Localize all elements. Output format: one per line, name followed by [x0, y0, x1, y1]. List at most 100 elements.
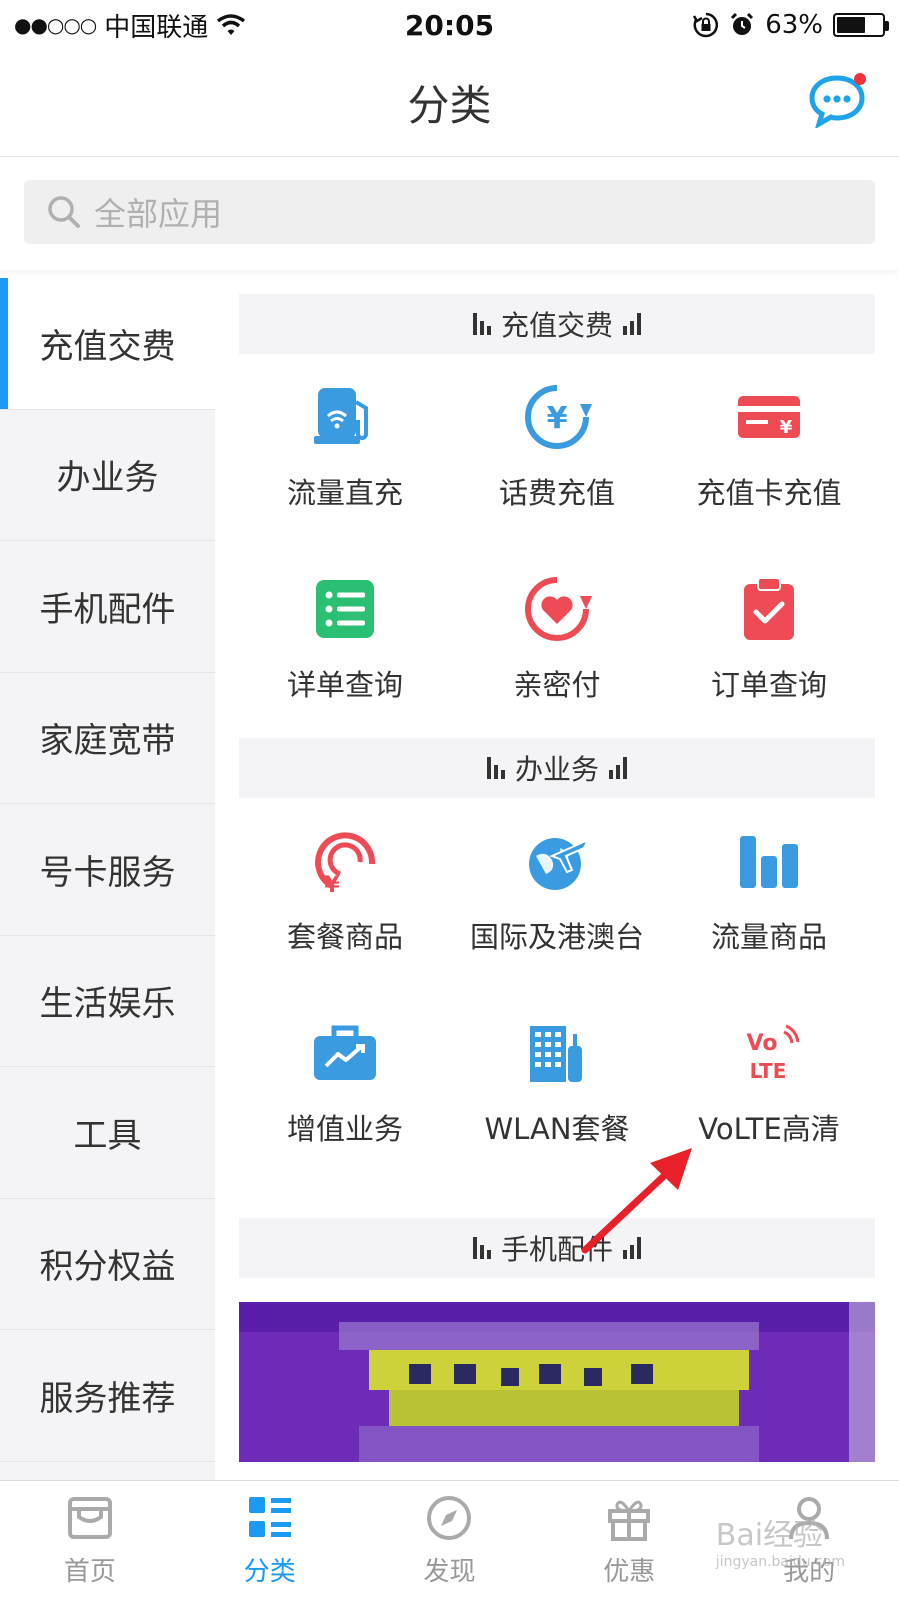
- gas-pump-icon: [314, 388, 368, 444]
- battery-percent: 63%: [765, 10, 823, 40]
- yuan-refresh-icon: ¥: [525, 385, 592, 449]
- tab-label: 发现: [423, 1557, 476, 1587]
- sidebar-item-label: 手机配件: [39, 589, 176, 630]
- page-title: 分类: [407, 81, 492, 130]
- bars-decor-icon: [623, 1237, 641, 1259]
- svg-text:Vo: Vo: [747, 1031, 778, 1056]
- sidebar-item-label: 生活娱乐: [39, 984, 176, 1025]
- grid-item-label: 详单查询: [286, 668, 403, 702]
- recharge-card-icon: ¥: [738, 396, 800, 438]
- grid-item-bill-detail[interactable]: 详单查询: [239, 546, 451, 738]
- grid-item-label: 流量直充: [286, 476, 403, 510]
- sidebar-item-recharge[interactable]: 充值交费: [0, 278, 215, 410]
- search-input[interactable]: 全部应用: [24, 180, 875, 244]
- category-sidebar: 充值交费 办业务 手机配件 家庭宽带 号卡服务 生活娱乐 工具 积分权益 服务推…: [0, 278, 215, 1480]
- section-grid-recharge: 流量直充 ¥ 话费充值 ¥ 充值卡充值 详单查询 亲密付 订单查询: [239, 354, 875, 738]
- grid-item-label: 国际及港澳台: [469, 920, 644, 954]
- svg-text:¥: ¥: [324, 873, 340, 896]
- bar-chart-icon: [740, 836, 798, 888]
- sidebar-item-label: 积分权益: [39, 1247, 176, 1288]
- grid-item-label: VoLTE高清: [698, 1112, 840, 1146]
- grid-item-volte[interactable]: Vo LTE VoLTE高清: [663, 990, 875, 1182]
- sidebar-item-accessories[interactable]: 手机配件: [0, 541, 215, 673]
- globe-plane-icon: [529, 837, 591, 890]
- building-icon: [530, 1026, 582, 1082]
- grid-item-wlan[interactable]: WLAN套餐: [451, 990, 663, 1182]
- grid-item-label: 话费充值: [498, 476, 615, 510]
- sidebar-item-label: 办业务: [56, 458, 159, 499]
- category-content: 充值交费 流量直充 ¥ 话费充值 ¥ 充值卡充值 详单查询 亲密付 订单查询 办…: [239, 294, 875, 1480]
- nav-bar: 分类: [0, 50, 899, 157]
- sidebar-item-label: 服务推荐: [39, 1378, 176, 1419]
- grid-item-value-added[interactable]: 增值业务: [239, 990, 451, 1182]
- section-header-recharge: 充值交费: [239, 294, 875, 354]
- alarm-icon: [731, 12, 754, 35]
- sidebar-item-label: 家庭宽带: [39, 721, 176, 762]
- section-title: 办业务: [514, 753, 599, 786]
- sidebar-item-recommend[interactable]: 服务推荐: [0, 1330, 215, 1462]
- grid-item-label: 订单查询: [710, 668, 827, 702]
- svg-text:¥: ¥: [780, 417, 793, 438]
- grid-item-phone-recharge[interactable]: ¥ 话费充值: [451, 354, 663, 546]
- grid-item-order-query[interactable]: 订单查询: [663, 546, 875, 738]
- svg-text:LTE: LTE: [750, 1059, 787, 1083]
- chat-bubble-icon: [809, 73, 866, 130]
- bars-decor-icon: [472, 1237, 491, 1259]
- pixelated-banner-graphic: [239, 1302, 875, 1462]
- compass-icon: [427, 1496, 472, 1540]
- sidebar-item-label: 工具: [73, 1115, 142, 1156]
- tab-offers[interactable]: 优惠: [539, 1481, 719, 1600]
- section-title: 手机配件: [500, 1233, 613, 1266]
- sidebar-item-tools[interactable]: 工具: [0, 1067, 215, 1199]
- search-placeholder: 全部应用: [94, 195, 223, 233]
- gift-icon: [608, 1500, 651, 1541]
- battery-icon: [833, 13, 889, 37]
- tab-home[interactable]: 首页: [0, 1481, 180, 1600]
- rotation-lock-icon: [693, 12, 719, 38]
- grid-item-international[interactable]: 国际及港澳台: [451, 798, 663, 990]
- grid-item-label: 流量商品: [710, 920, 827, 954]
- tab-category[interactable]: 分类: [180, 1481, 360, 1600]
- grid-item-label: WLAN套餐: [484, 1112, 630, 1146]
- list-icon: [316, 580, 374, 638]
- sidebar-item-sim-service[interactable]: 号卡服务: [0, 804, 215, 936]
- sidebar-item-business[interactable]: 办业务: [0, 410, 215, 541]
- grid-item-packages[interactable]: ¥ 套餐商品: [239, 798, 451, 990]
- sidebar-item-broadband[interactable]: 家庭宽带: [0, 673, 215, 804]
- message-button[interactable]: [809, 72, 869, 130]
- grid-item-label: 套餐商品: [286, 920, 403, 954]
- volte-icon: Vo LTE: [747, 1024, 800, 1083]
- search-area: 全部应用: [0, 158, 899, 270]
- section-title: 充值交费: [500, 309, 613, 342]
- tab-mine[interactable]: 我的: [719, 1481, 899, 1600]
- section-header-business: 办业务: [239, 738, 875, 798]
- search-icon: [48, 196, 80, 228]
- section-grid-business: ¥ 套餐商品 国际及港澳台 流量商品 增值业务 WLAN套餐 Vo LTE Vo…: [239, 798, 875, 1182]
- briefcase-trend-icon: [314, 1025, 376, 1080]
- notification-dot: [854, 73, 866, 85]
- tab-discover[interactable]: 发现: [360, 1481, 540, 1600]
- bars-decor-icon: [609, 757, 627, 779]
- accessories-banner-image[interactable]: [239, 1302, 875, 1462]
- section-header-accessories: 手机配件: [239, 1218, 875, 1278]
- bottom-tab-bar: 首页 分类 发现 优惠 我的: [0, 1480, 899, 1600]
- clipboard-check-icon: [744, 577, 794, 640]
- svg-text:¥: ¥: [547, 401, 568, 436]
- tab-label: 分类: [243, 1557, 296, 1587]
- category-list-icon: [248, 1497, 291, 1537]
- bars-decor-icon: [623, 313, 641, 335]
- tab-label: 首页: [63, 1557, 116, 1587]
- grid-item-data-recharge[interactable]: 流量直充: [239, 354, 451, 546]
- tab-label: 我的: [783, 1557, 836, 1587]
- grid-item-family-pay[interactable]: 亲密付: [451, 546, 663, 738]
- battery-fill: [837, 17, 865, 33]
- sidebar-item-points[interactable]: 积分权益: [0, 1199, 215, 1330]
- grid-item-data-products[interactable]: 流量商品: [663, 798, 875, 990]
- sidebar-item-label: 号卡服务: [39, 852, 176, 893]
- bars-decor-icon: [472, 313, 491, 335]
- grid-item-card-recharge[interactable]: ¥ 充值卡充值: [663, 354, 875, 546]
- package-yuan-icon: ¥: [315, 832, 376, 896]
- sidebar-item-entertainment[interactable]: 生活娱乐: [0, 936, 215, 1067]
- grid-item-label: 增值业务: [286, 1112, 403, 1146]
- status-right: 63%: [693, 10, 889, 40]
